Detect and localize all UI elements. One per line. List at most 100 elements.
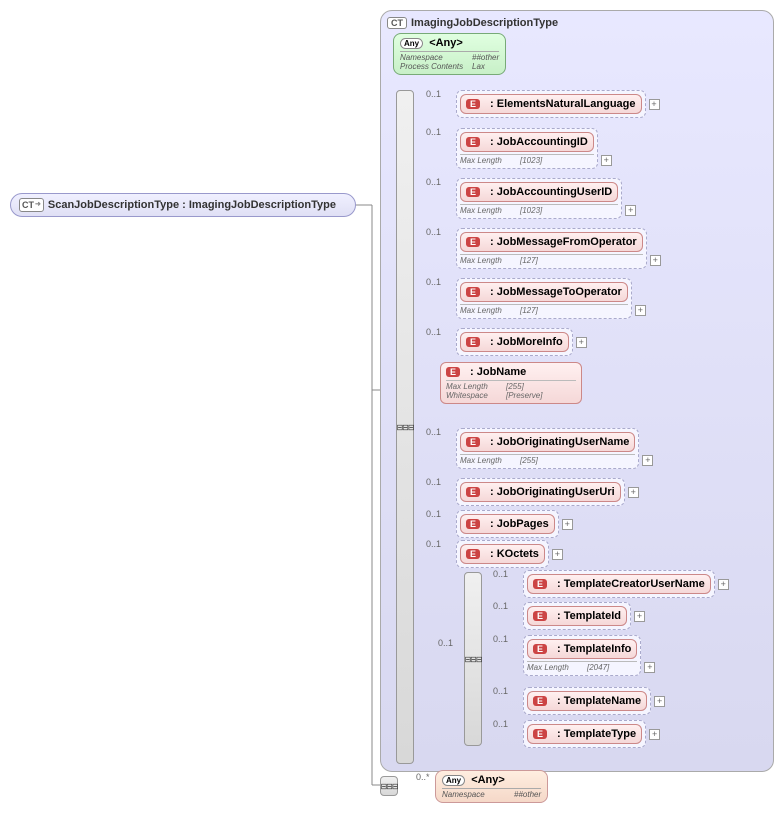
expand-icon[interactable]: + [634, 611, 645, 622]
element-node[interactable]: 0..1E: JobAccountingIDMax Length[1023]+ [428, 128, 612, 169]
sequence-icon: ⊟⊟⊟ [464, 655, 481, 664]
expand-icon[interactable]: + [642, 455, 653, 466]
template-sequence-compositor[interactable]: ⊟⊟⊟ [464, 572, 482, 746]
element-name: : TemplateCreatorUserName [557, 578, 705, 590]
occurs-label: 0..1 [426, 227, 441, 237]
occurs-label: 0..1 [493, 569, 508, 579]
element-icon: E [466, 287, 480, 297]
element-name: : KOctets [490, 548, 539, 560]
element-icon: E [446, 367, 460, 377]
facet: Max Length[127] [460, 304, 628, 315]
expand-icon[interactable]: + [718, 579, 729, 590]
element-node[interactable]: 0..1 E : JobMessageFromOperator Max Length[… [428, 228, 661, 269]
container-header: CT ImagingJobDescriptionType [387, 17, 767, 29]
expand-icon[interactable]: + [650, 255, 661, 266]
occurs-label: 0..* [416, 772, 430, 782]
template-element-node[interactable]: 0..1 E : TemplateCreatorUserName + [495, 570, 729, 598]
facet: Max Length[1023] [460, 154, 594, 165]
root-name: ScanJobDescriptionType : ImagingJobDescr… [48, 199, 336, 211]
expand-icon[interactable]: + [576, 337, 587, 348]
container-title: ImagingJobDescriptionType [411, 17, 558, 29]
any-icon: Any [442, 775, 465, 786]
expand-icon[interactable]: + [644, 662, 655, 673]
element-node[interactable]: 0..1 E : ElementsNaturalLanguage + [428, 90, 660, 118]
element-node[interactable]: 0..1 E : JobMoreInfo + [428, 328, 587, 356]
template-element-node[interactable]: 0..1E: TemplateName+ [495, 687, 665, 715]
occurs-label: 0..1 [493, 719, 508, 729]
element-name: : TemplateInfo [557, 643, 631, 655]
element-name: : JobName [470, 366, 526, 378]
any-facets: Namespace##other [442, 788, 541, 799]
element-name: : JobMessageFromOperator [490, 236, 637, 248]
occurs-label: 0..1 [426, 427, 441, 437]
element-name: : TemplateName [557, 695, 641, 707]
element-node[interactable]: 0..1E: JobAccountingUserIDMax Length[102… [428, 178, 636, 219]
element-icon: E [466, 487, 480, 497]
occurs-label: 0..1 [426, 89, 441, 99]
sequence-compositor[interactable]: ⊟⊟⊟ [396, 90, 414, 764]
occurs-label: 0..1 [426, 277, 441, 287]
any-wildcard-top[interactable]: Any <Any> Namespace##other Process Conte… [393, 33, 506, 75]
any-facets: Namespace##other Process ContentsLax [400, 51, 499, 71]
occurs-label: 0..1 [426, 327, 441, 337]
sequence-icon: ⊟⊟⊟ [396, 423, 413, 432]
expand-icon[interactable]: + [601, 155, 612, 166]
occurs-label: 0..1 [426, 177, 441, 187]
root-complextype[interactable]: CT ScanJobDescriptionType : ImagingJobDe… [10, 193, 356, 217]
element-icon: E [533, 644, 547, 654]
occurs-label: 0..1 [426, 477, 441, 487]
bottom-sequence[interactable]: ⊟⊟⊟ [380, 776, 398, 796]
expand-icon[interactable]: + [649, 99, 660, 110]
facet: Max Length[1023] [460, 204, 618, 215]
element-icon: E [533, 696, 547, 706]
occurs-label: 0..1 [438, 638, 453, 648]
facet: Max Length[255]Whitespace[Preserve] [446, 380, 576, 400]
element-node[interactable]: 0..1 E : JobOriginatingUserName Max Length[… [428, 428, 653, 469]
ct-icon: CT [19, 198, 44, 212]
element-icon: E [466, 549, 480, 559]
expand-icon[interactable]: + [552, 549, 563, 560]
facet: Max Length[127] [460, 254, 643, 265]
element-name: : JobMoreInfo [490, 336, 563, 348]
occurs-label: 0..1 [426, 509, 441, 519]
facet: Max Length[2047] [527, 661, 637, 672]
any-wildcard-bottom[interactable]: Any <Any> Namespace##other [435, 770, 548, 803]
any-title: <Any> [429, 37, 463, 49]
occurs-label: 0..1 [426, 539, 441, 549]
occurs-label: 0..1 [493, 601, 508, 611]
expand-icon[interactable]: + [654, 696, 665, 707]
element-name: : JobOriginatingUserName [490, 436, 629, 448]
element-icon: E [466, 99, 480, 109]
element-icon: E [466, 437, 480, 447]
element-name: : ElementsNaturalLanguage [490, 98, 635, 110]
element-icon: E [533, 579, 547, 589]
element-node[interactable]: E : JobName Max Length[255]Whitespace[Pres… [428, 362, 582, 404]
element-icon: E [533, 729, 547, 739]
sequence-icon: ⊟⊟⊟ [380, 782, 397, 791]
any-icon: Any [400, 38, 423, 49]
expand-icon[interactable]: + [628, 487, 639, 498]
element-icon: E [466, 187, 480, 197]
element-node[interactable]: 0..1E: JobMessageToOperatorMax Length[12… [428, 278, 646, 319]
element-icon: E [466, 337, 480, 347]
element-name: : TemplateType [557, 728, 636, 740]
element-node[interactable]: 0..1 E : KOctets + [428, 540, 563, 568]
occurs-label: 0..1 [493, 634, 508, 644]
element-node[interactable]: 0..1E: JobPages+ [428, 510, 573, 538]
facet: Max Length[255] [460, 454, 635, 465]
any-title: <Any> [471, 774, 505, 786]
template-element-node[interactable]: 0..1 E : TemplateType + [495, 720, 660, 748]
expand-icon[interactable]: + [649, 729, 660, 740]
element-name: : JobOriginatingUserUri [490, 486, 615, 498]
template-element-node[interactable]: 0..1 E : TemplateInfo Max Length[2047] + [495, 635, 655, 676]
template-element-node[interactable]: 0..1E: TemplateId+ [495, 602, 645, 630]
expand-icon[interactable]: + [635, 305, 646, 316]
element-icon: E [533, 611, 547, 621]
element-icon: E [466, 237, 480, 247]
element-node[interactable]: 0..1 E : JobOriginatingUserUri + [428, 478, 639, 506]
expand-icon[interactable]: + [562, 519, 573, 530]
expand-icon[interactable]: + [625, 205, 636, 216]
element-name: : JobPages [490, 518, 549, 530]
occurs-label: 0..1 [426, 127, 441, 137]
element-name: : JobAccountingID [490, 136, 588, 148]
